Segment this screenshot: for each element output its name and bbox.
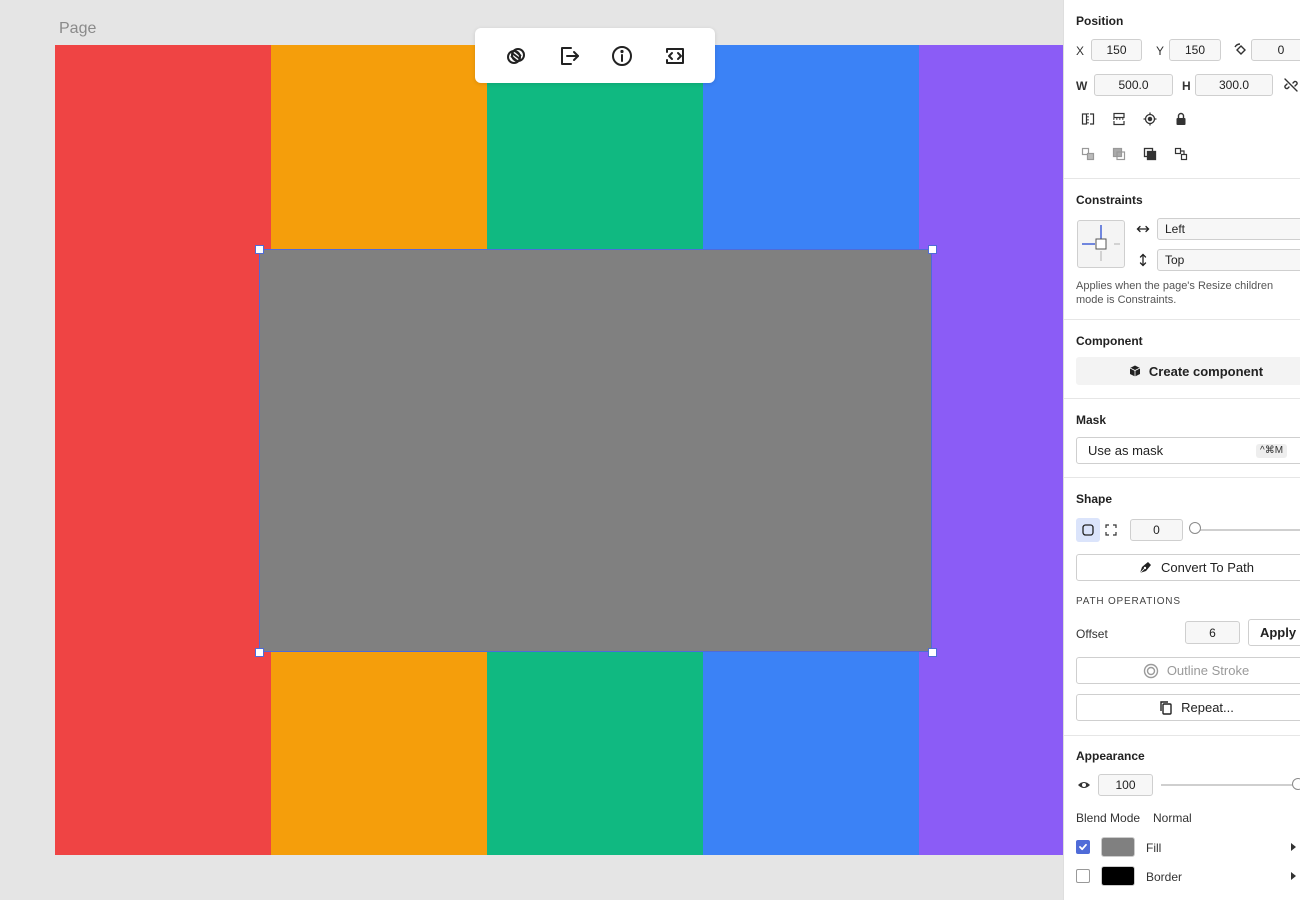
info-button[interactable] [606,40,638,72]
info-icon [611,45,632,66]
convert-to-path-label: Convert To Path [1161,560,1254,575]
checkmark-icon [1079,843,1087,851]
boolean-overlap-icon [506,47,525,64]
opacity-input[interactable]: 100 [1098,774,1153,796]
y-input[interactable]: 150 [1169,39,1221,61]
constraints-widget[interactable] [1077,220,1125,268]
use-as-mask-label: Use as mask [1088,443,1164,458]
corner-radius-slider-track[interactable] [1194,529,1300,531]
outline-stroke-button[interactable]: Outline Stroke [1076,657,1300,684]
floating-toolbar [475,28,715,83]
target-icon[interactable] [1142,111,1158,127]
corner-radius-slider-thumb[interactable] [1189,522,1201,534]
stripe-purple[interactable] [919,45,1063,855]
blend-mode-label: Blend Mode [1076,811,1141,825]
constraints-section: Constraints Left Top Applies when the pa… [1064,179,1300,320]
outline-stroke-icon [1143,663,1159,678]
border-color-swatch[interactable] [1101,866,1135,886]
constraints-title: Constraints [1076,193,1143,207]
offset-input[interactable]: 6 [1185,621,1240,644]
border-checkbox[interactable] [1076,869,1090,883]
shape-section: Shape 0 Convert To Path PATH OPERATIONS … [1064,478,1300,736]
export-button[interactable] [553,40,585,72]
corner-rounded-toggle[interactable] [1076,518,1100,542]
copy-icon [1160,701,1172,715]
constraints-note: Applies when the page's Resize children … [1076,280,1274,306]
height-input[interactable]: 300.0 [1195,74,1273,96]
apply-label: Apply [1259,625,1297,640]
pen-tool-icon [1139,562,1151,574]
eye-icon[interactable] [1076,777,1092,793]
offset-label: Offset [1076,627,1108,641]
convert-to-path-button[interactable]: Convert To Path [1076,554,1300,581]
fill-checkbox[interactable] [1076,840,1090,854]
vertical-constraint-select[interactable]: Top [1157,249,1300,271]
canvas[interactable]: Page [0,0,1063,900]
vertical-arrows-icon [1135,252,1151,268]
opacity-slider-track[interactable] [1161,784,1300,786]
fill-expand-arrow-icon[interactable] [1291,843,1296,851]
mask-shortcut-badge: ^⌘M [1256,444,1288,458]
create-component-label: Create component [1148,363,1264,379]
code-button[interactable] [659,40,691,72]
repeat-label: Repeat... [1181,700,1234,715]
appearance-section: Appearance 100 Blend Mode Normal Fill Bo… [1064,736,1300,900]
flip-vertical-icon[interactable] [1111,111,1127,127]
resize-handle-bottom-right[interactable] [928,648,937,657]
stripe-red[interactable] [55,45,271,855]
rounded-corner-icon [1082,524,1094,536]
outline-stroke-label: Outline Stroke [1166,663,1250,678]
resize-handle-bottom-left[interactable] [255,648,264,657]
code-icon [665,47,684,64]
corner-radius-input[interactable]: 0 [1130,519,1183,541]
path-operations-title: PATH OPERATIONS [1076,596,1181,607]
page-label: Page [59,20,97,37]
x-label: X [1076,44,1085,58]
inspector-panel: Position X 150 Y 150 0 W 500.0 H 300.0 C… [1063,0,1300,900]
x-input[interactable]: 150 [1091,39,1142,61]
y-label: Y [1156,44,1165,58]
resize-handle-top-left[interactable] [255,245,264,254]
bring-to-front-icon[interactable] [1173,146,1189,162]
lock-icon[interactable] [1173,111,1189,127]
apply-button[interactable]: Apply [1248,619,1300,646]
unlink-icon[interactable] [1283,77,1299,93]
shape-title: Shape [1076,492,1113,506]
rotation-input[interactable]: 0 [1251,39,1300,61]
boolean-overlap-button[interactable] [500,40,532,72]
horizontal-constraint-select[interactable]: Left [1157,218,1300,240]
horizontal-arrows-icon [1135,221,1151,237]
width-input[interactable]: 500.0 [1094,74,1173,96]
selected-rectangle[interactable] [259,249,932,652]
w-label: W [1076,79,1088,93]
repeat-button[interactable]: Repeat... [1076,694,1300,721]
send-to-back-icon[interactable] [1111,146,1127,162]
export-icon [560,46,579,65]
mask-section: Mask Use as mask ^⌘M [1064,399,1300,478]
component-cube-icon [1129,365,1141,377]
create-component-button[interactable]: Create component [1076,357,1300,385]
component-section: Component Create component [1064,320,1300,399]
component-title: Component [1076,334,1143,348]
position-section: Position X 150 Y 150 0 W 500.0 H 300.0 [1064,0,1300,179]
position-title: Position [1076,14,1124,28]
flip-horizontal-icon[interactable] [1080,111,1096,127]
fill-label: Fill [1146,841,1162,855]
border-expand-arrow-icon[interactable] [1291,872,1296,880]
send-backward-icon[interactable] [1080,146,1096,162]
appearance-title: Appearance [1076,749,1145,763]
rotation-icon [1233,42,1249,58]
mask-title: Mask [1076,413,1107,427]
blend-mode-select[interactable]: Normal [1153,811,1192,825]
h-label: H [1182,79,1191,93]
bring-forward-icon[interactable] [1142,146,1158,162]
fill-color-swatch[interactable] [1101,837,1135,857]
resize-handle-top-right[interactable] [928,245,937,254]
independent-corners-icon[interactable] [1103,522,1119,538]
opacity-slider-thumb[interactable] [1292,778,1300,790]
border-label: Border [1146,870,1183,884]
